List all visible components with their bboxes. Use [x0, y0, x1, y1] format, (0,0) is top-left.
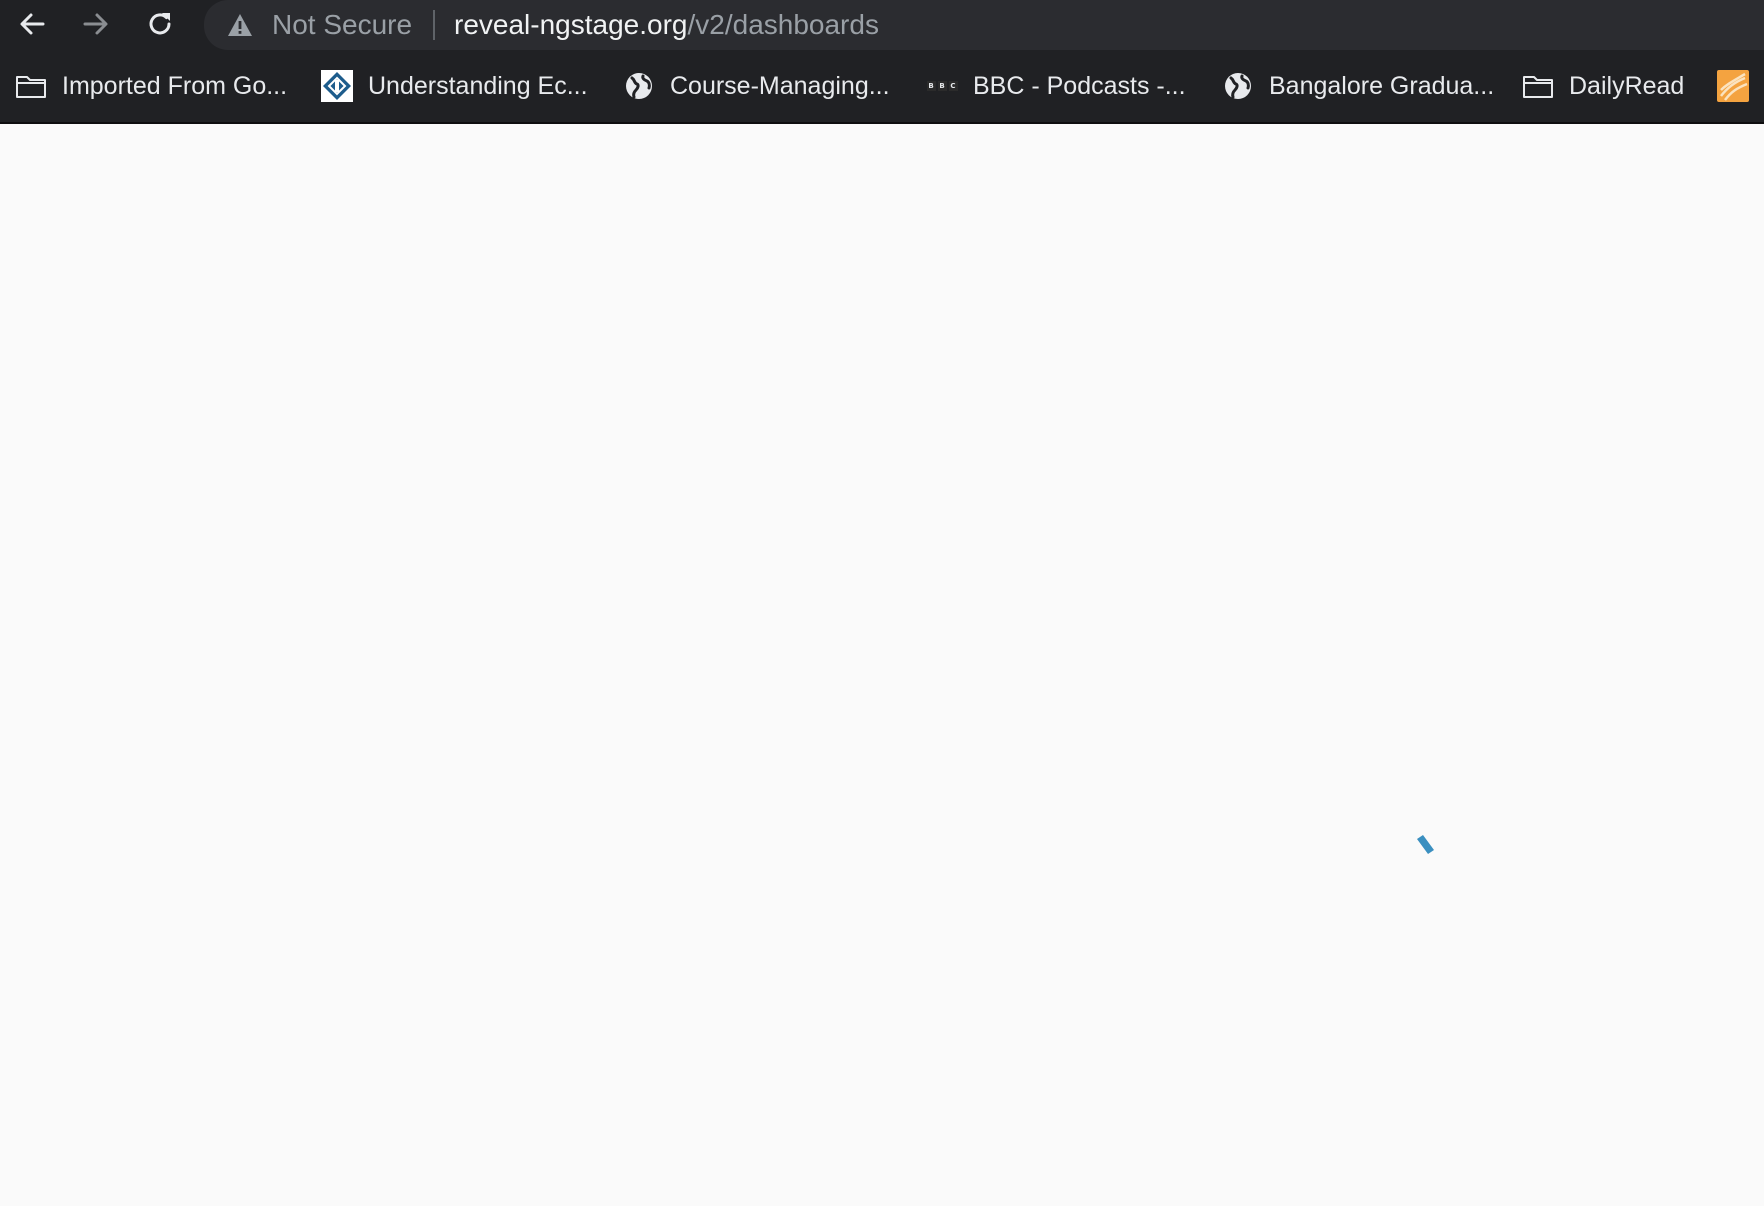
globe-icon: [1221, 69, 1255, 103]
bookmark-label: DailyRead: [1569, 72, 1685, 100]
globe-icon: [622, 69, 656, 103]
reload-button[interactable]: [138, 2, 182, 46]
bookmark-label: Imported From Go...: [62, 72, 288, 100]
arrow-right-icon: [83, 13, 108, 35]
browser-window: Not Secure reveal-ngstage.org/v2/dashboa…: [0, 0, 1764, 1206]
security-status-label[interactable]: Not Secure: [272, 9, 412, 41]
address-bar[interactable]: Not Secure reveal-ngstage.org/v2/dashboa…: [204, 0, 1764, 50]
spinner-segment: [1417, 835, 1434, 854]
bookmark-bangalore-graduate[interactable]: Bangalore Gradua...: [1221, 66, 1494, 106]
bookmark-label: BBC - Podcasts -...: [973, 72, 1186, 100]
site-logo-icon: [320, 69, 354, 103]
loading-spinner-icon: [1417, 835, 1434, 854]
reload-icon: [149, 13, 171, 35]
url-path: /v2/dashboards: [687, 9, 879, 40]
folder-icon: [1521, 69, 1555, 103]
bookmark-label: Bangalore Gradua...: [1269, 72, 1495, 100]
bookmark-course-managing[interactable]: Course-Managing...: [622, 66, 890, 106]
folder-icon: [14, 69, 48, 103]
forward-button[interactable]: [74, 2, 118, 46]
bookmark-label: Understanding Ec...: [368, 72, 588, 100]
bookmark-bbc-podcasts[interactable]: BBC BBC - Podcasts -...: [925, 66, 1186, 106]
bookmark-dailyread[interactable]: DailyRead: [1521, 66, 1684, 106]
bookmark-label: Course-Managing...: [670, 72, 890, 100]
site-logo-icon: [1716, 69, 1750, 103]
page-content: [0, 126, 1764, 1206]
url-text[interactable]: reveal-ngstage.org/v2/dashboards: [454, 9, 879, 41]
url-host: reveal-ngstage.org: [454, 9, 688, 40]
back-button[interactable]: [10, 2, 54, 46]
arrow-left-icon: [20, 13, 45, 35]
bookmark-overflow-site[interactable]: [1716, 66, 1764, 106]
bookmark-imported-from-google[interactable]: Imported From Go...: [14, 66, 287, 106]
bookmarks-bar: Imported From Go... Understanding Ec...: [0, 50, 1764, 124]
address-bar-divider: [433, 10, 435, 40]
warning-triangle-icon: [228, 14, 252, 36]
browser-toolbar: Not Secure reveal-ngstage.org/v2/dashboa…: [0, 0, 1764, 50]
bookmark-understanding-ec[interactable]: Understanding Ec...: [320, 66, 588, 106]
bbc-logo-icon: BBC: [926, 81, 958, 91]
